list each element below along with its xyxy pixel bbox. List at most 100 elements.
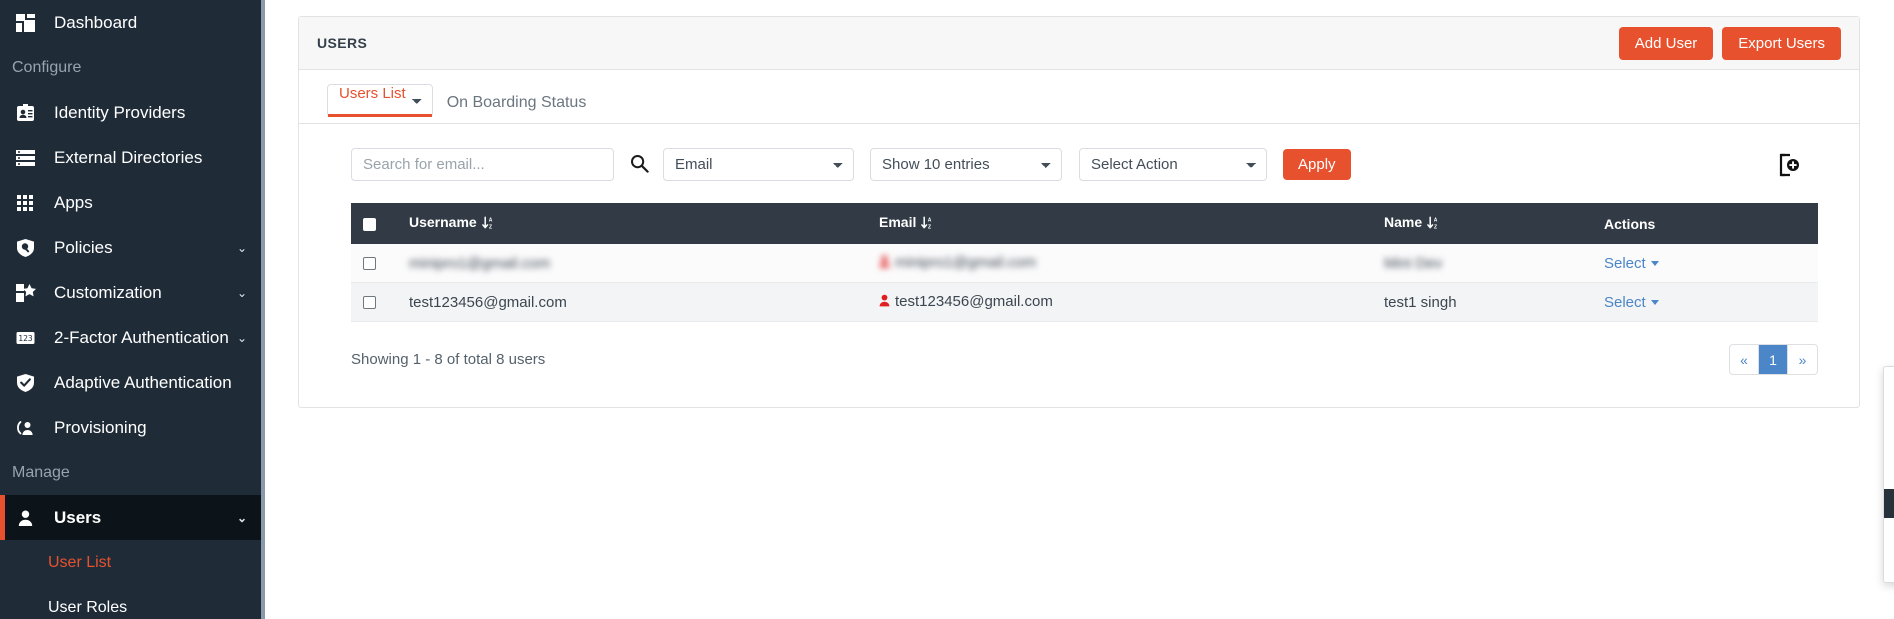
svg-text:A: A (1434, 218, 1438, 224)
caret-down-icon (1650, 300, 1659, 306)
row-action-select[interactable]: Select (1604, 294, 1659, 311)
export-users-button[interactable]: Export Users (1722, 26, 1841, 60)
entries-per-page-select[interactable]: Show 10 entries (870, 148, 1062, 181)
card-header-actions: Add User Export Users (1618, 26, 1841, 60)
sidebar-item-label: Identity Providers (54, 102, 186, 122)
card-header: USERS Add User Export Users (299, 17, 1859, 70)
sidebar-item-label: Apps (54, 192, 93, 212)
row-action-label: Select (1604, 254, 1646, 272)
provisioning-users-icon (16, 417, 46, 439)
dropdown-item-change-second-factor[interactable]: Change Second Factor (1884, 431, 1894, 460)
tab-on-boarding-status[interactable]: On Boarding Status (433, 84, 601, 123)
row-action-label: Select (1604, 293, 1646, 311)
table-body: minipro1@gmail.com minipro1@gmail.com Mi… (351, 244, 1818, 322)
chevron-down-icon: ⌄ (236, 330, 247, 345)
sidebar-item-provisioning[interactable]: Provisioning (0, 405, 261, 450)
filter-field-select[interactable]: Email (663, 148, 854, 181)
sidebar-item-customization[interactable]: Customization ⌄ (0, 270, 261, 315)
column-label: Email (879, 214, 917, 230)
list-lines-icon (16, 147, 46, 169)
showing-entries-text: Showing 1 - 8 of total 8 users (351, 351, 546, 368)
tab-users-list[interactable]: Users List (327, 84, 433, 117)
row-action-select[interactable]: Select (1604, 255, 1659, 272)
email-value: test123456@gmail.com (895, 293, 1053, 310)
sidebar-section-label: Configure (12, 58, 82, 76)
id-card-icon (16, 102, 46, 124)
row-select-cell (351, 244, 409, 283)
chevron-down-icon: ⌄ (236, 285, 247, 300)
dashboard-icon (16, 12, 46, 34)
card-body: Users List On Boarding Status Email Show (299, 70, 1859, 375)
sidebar-item-label: Adaptive Authentication (54, 372, 232, 392)
sort-alpha-down-icon[interactable]: AZ (1427, 216, 1440, 233)
column-header-name[interactable]: Name AZ (1384, 203, 1604, 244)
row-checkbox[interactable] (363, 257, 376, 271)
search-input[interactable] (351, 148, 614, 181)
sidebar-subitem-user-roles[interactable]: User Roles (0, 585, 261, 619)
dropdown-item-delete[interactable]: Delete (1884, 489, 1894, 518)
sidebar-subitem-label: User List (48, 553, 112, 571)
chevron-down-icon: ⌄ (236, 240, 247, 255)
cell-name: test1 singh (1384, 282, 1604, 322)
cell-username: test123456@gmail.com (409, 282, 879, 322)
sidebar-item-identity-providers[interactable]: Identity Providers (0, 90, 261, 135)
search-button[interactable] (614, 154, 663, 176)
row-checkbox[interactable] (363, 296, 376, 310)
cell-email: minipro1@gmail.com (879, 244, 1384, 283)
user-badge-icon (879, 294, 890, 311)
dropdown-item-update-device-limit[interactable]: Update Device Limit (1884, 460, 1894, 489)
select-all-checkbox[interactable] (363, 218, 376, 232)
add-user-button[interactable]: Add User (1618, 26, 1714, 60)
sidebar-item-policies[interactable]: Policies ⌄ (0, 225, 261, 270)
users-table-container: Username AZ Email AZ Name A Z Actions mi… (299, 181, 1859, 322)
sidebar-item-dashboard[interactable]: Dashboard (0, 0, 261, 45)
users-card: USERS Add User Export Users Users List O… (298, 16, 1860, 408)
column-header-actions: Actions (1604, 203, 1818, 244)
cell-name: Mini Dev (1384, 244, 1604, 283)
svg-text:Z: Z (1434, 225, 1437, 230)
sort-alpha-down-icon[interactable]: AZ (481, 216, 495, 233)
svg-text:Z: Z (489, 225, 492, 230)
shield-search-icon (16, 237, 46, 259)
svg-text:A: A (928, 218, 932, 224)
user-badge-icon (879, 255, 890, 272)
sidebar-item-adaptive-authentication[interactable]: Adaptive Authentication (0, 360, 261, 405)
column-label: Username (409, 214, 477, 230)
row-select-cell (351, 282, 409, 322)
dropdown-item-edit[interactable]: Edit (1884, 373, 1894, 402)
dropdown-item-view-groups[interactable]: View Groups (1884, 402, 1894, 431)
sidebar-item-label: 2-Factor Authentication (54, 327, 229, 347)
pagination-prev[interactable]: « (1730, 345, 1759, 374)
main-content: USERS Add User Export Users Users List O… (265, 0, 1894, 619)
add-document-icon[interactable] (1773, 150, 1803, 180)
sidebar-item-2-factor-authentication[interactable]: 123 2-Factor Authentication ⌄ (0, 315, 261, 360)
sidebar-item-apps[interactable]: Apps (0, 180, 261, 225)
sidebar-subitem-label: User Roles (48, 598, 128, 616)
column-header-username[interactable]: Username AZ (409, 203, 879, 244)
column-label: Name (1384, 214, 1423, 230)
dropdown-item-all-active-sessions[interactable]: All Active Sessions (1884, 547, 1894, 576)
pagination-next[interactable]: » (1788, 345, 1817, 374)
cell-username: minipro1@gmail.com (409, 244, 879, 283)
sidebar-item-label: Dashboard (54, 12, 138, 32)
app-root: Dashboard Configure Identity Providers E… (0, 0, 1894, 619)
apply-button[interactable]: Apply (1283, 149, 1351, 180)
pagination-page-1[interactable]: 1 (1759, 345, 1788, 374)
bulk-action-select[interactable]: Select Action (1079, 148, 1267, 181)
table-row: minipro1@gmail.com minipro1@gmail.com Mi… (351, 244, 1818, 283)
column-header-email[interactable]: Email AZ (879, 203, 1384, 244)
sidebar-subitem-user-list[interactable]: User List (0, 540, 261, 585)
user-icon (16, 507, 46, 529)
table-footer: Showing 1 - 8 of total 8 users « 1 » (299, 322, 1859, 375)
sidebar-section-configure: Configure (0, 45, 261, 90)
sidebar-item-external-directories[interactable]: External Directories (0, 135, 261, 180)
sort-alpha-down-icon[interactable]: AZ (921, 216, 934, 233)
svg-text:Z: Z (928, 225, 931, 230)
dropdown-item-disable-user[interactable]: Disable User (1884, 518, 1894, 547)
email-value: minipro1@gmail.com (895, 254, 1037, 271)
name-value: Mini Dev (1384, 254, 1443, 272)
sidebar-item-users[interactable]: Users ⌄ (0, 495, 261, 540)
svg-text:A: A (488, 218, 492, 224)
sidebar: Dashboard Configure Identity Providers E… (0, 0, 265, 619)
table-header-row: Username AZ Email AZ Name A Z Actions (351, 203, 1818, 244)
